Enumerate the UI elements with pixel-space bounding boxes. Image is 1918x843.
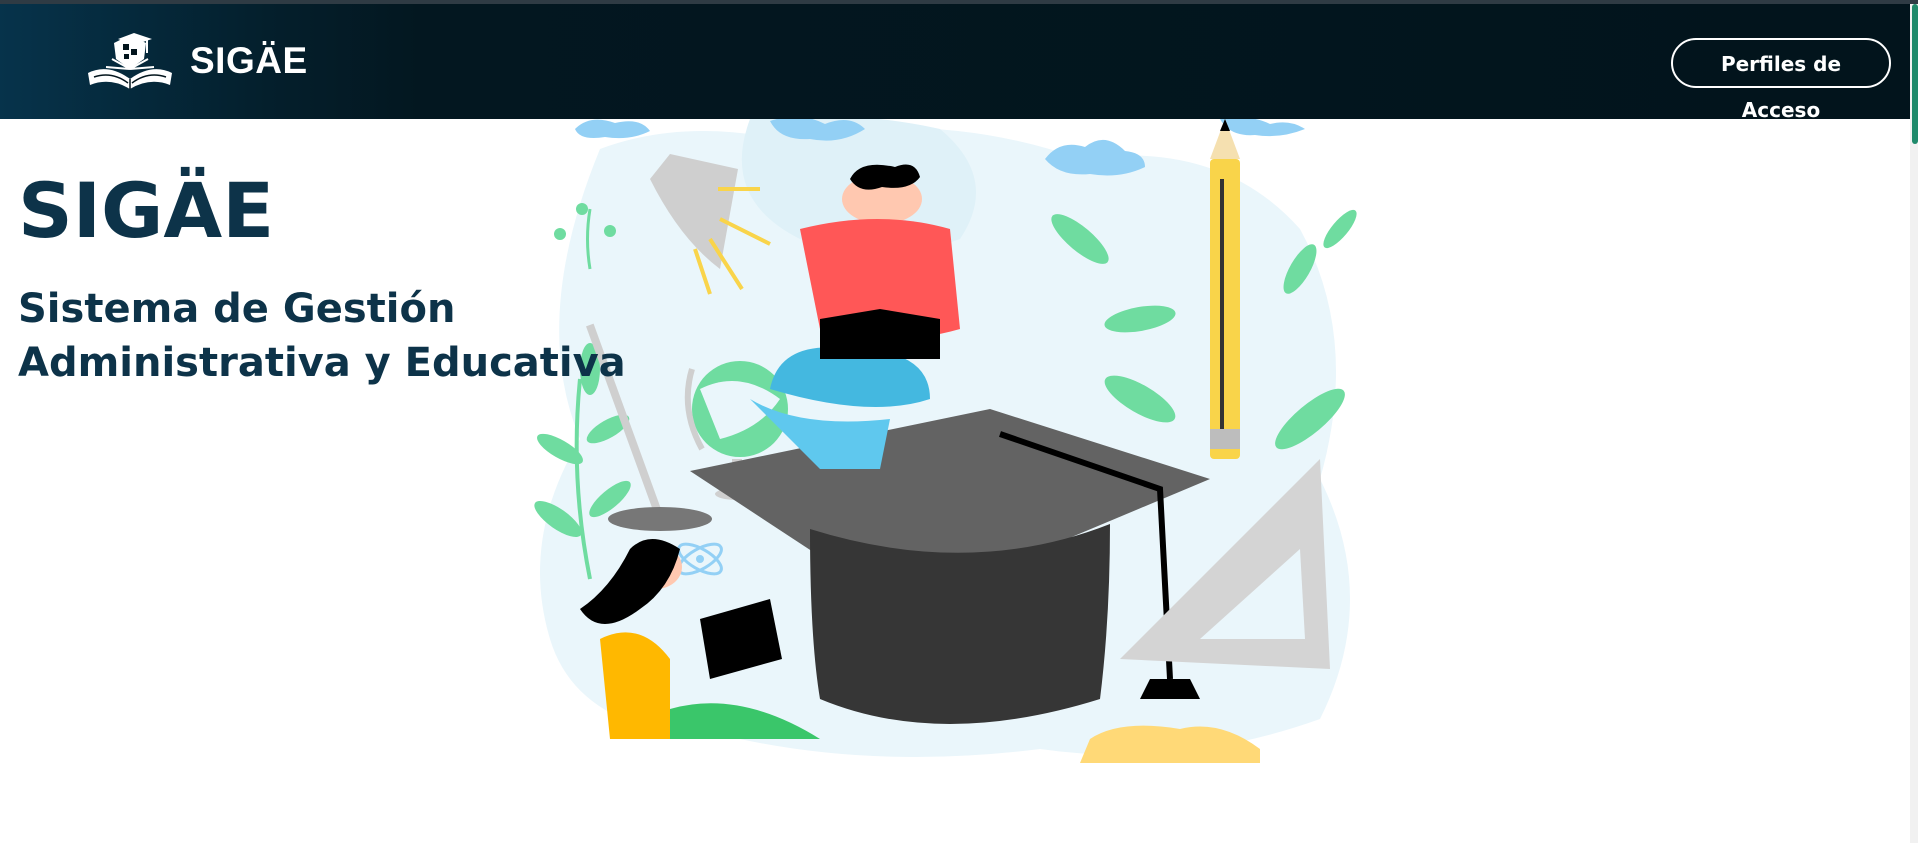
students-studying-illustration: [534, 119, 1357, 763]
scrollbar-thumb[interactable]: [1912, 4, 1918, 144]
graduation-cap-book-icon: [88, 33, 172, 89]
hero-title: SIGÄE: [18, 166, 275, 255]
brand-name: SIGÄE: [190, 40, 308, 81]
access-profiles-button[interactable]: Perfiles de Acceso: [1671, 38, 1891, 122]
hero-subtitle: Sistema de Gestión Administrativa y Educ…: [18, 286, 626, 386]
navbar: SIGÄE Perfiles de Acceso: [0, 4, 1910, 122]
brand-link[interactable]: SIGÄE: [84, 29, 308, 93]
